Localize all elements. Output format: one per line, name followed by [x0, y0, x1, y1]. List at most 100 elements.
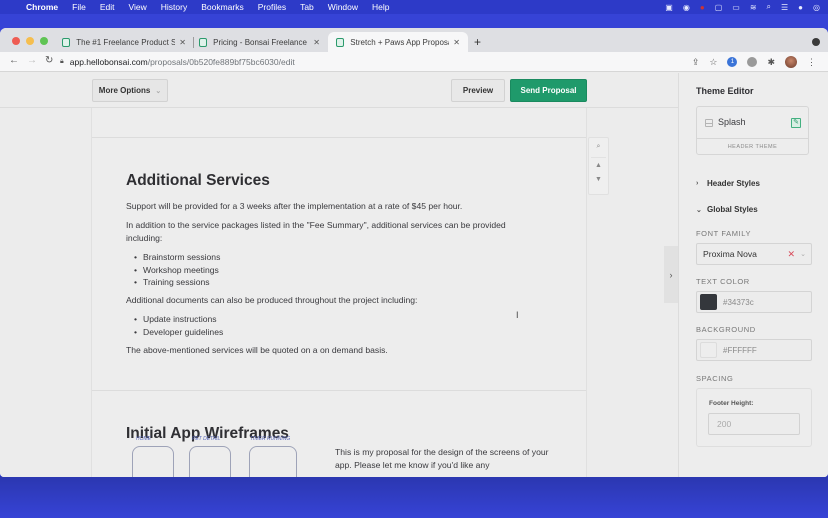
chevron-down-icon[interactable]: ⌄: [800, 250, 806, 258]
list-item[interactable]: Training sessions: [138, 276, 220, 289]
chrome-menu-icon[interactable]: ⋮: [807, 57, 816, 68]
font-family-select[interactable]: Proxima Nova ✕ ⌄: [696, 243, 812, 265]
bonsai-favicon-icon: [199, 37, 208, 47]
lock-icon[interactable]: 🔒︎: [60, 58, 64, 66]
menu-window[interactable]: Window: [328, 2, 358, 12]
background-color-input[interactable]: #FFFFFF: [696, 339, 812, 361]
layout-grid-icon: [705, 119, 713, 127]
more-options-button[interactable]: More Options ⌄: [92, 79, 168, 102]
header-styles-toggle[interactable]: › Header Styles: [696, 179, 760, 188]
chevron-down-icon: ⌄: [696, 206, 702, 214]
menubar-status-area: ▣ ◉ ● ▢ ▭ ≋ ⌕ ☰ ● ◎: [665, 0, 820, 14]
spacing-label: SPACING: [696, 374, 734, 383]
close-window-button[interactable]: [12, 37, 20, 45]
wifi-icon[interactable]: ≋: [750, 3, 757, 12]
chevron-right-icon: ›: [669, 269, 673, 280]
proposal-document: Additional Services Support will be prov…: [91, 108, 587, 477]
extension-icon[interactable]: [747, 57, 758, 67]
menu-tab[interactable]: Tab: [300, 2, 314, 12]
wireframes-image[interactable]: HOME PET DETAIL TIMER RUNNING: [126, 436, 306, 477]
wireframe-phone: [189, 446, 231, 477]
background-label: BACKGROUND: [696, 325, 756, 334]
additional-documents-paragraph[interactable]: Additional documents can also be produce…: [126, 294, 546, 307]
list-item[interactable]: Update instructions: [138, 313, 223, 326]
support-paragraph[interactable]: Support will be provided for a 3 weeks a…: [126, 200, 546, 213]
send-proposal-button[interactable]: Send Proposal: [510, 79, 587, 102]
tab-freelance-product-suite[interactable]: The #1 Freelance Product Suite ✕: [54, 32, 194, 52]
spacing-box: Footer Height: 200: [696, 388, 812, 447]
zoom-icon[interactable]: ⌕: [589, 143, 608, 151]
list-item[interactable]: Brainstorm sessions: [138, 251, 220, 264]
window-controls: [12, 37, 48, 45]
tab-search-icon[interactable]: [812, 38, 820, 46]
record-icon[interactable]: ●: [700, 3, 705, 12]
forward-arrow-icon[interactable]: →: [27, 55, 37, 66]
move-down-icon[interactable]: ▼: [589, 176, 608, 183]
additional-services-list: Brainstorm sessions Workshop meetings Tr…: [138, 251, 220, 289]
theme-editor-title: Theme Editor: [696, 86, 754, 96]
wireframes-description[interactable]: This is my proposal for the design of th…: [335, 446, 550, 472]
close-tab-icon[interactable]: ✕: [179, 38, 186, 47]
password-manager-icon[interactable]: 1: [727, 57, 738, 67]
menu-file[interactable]: File: [72, 2, 86, 12]
bonsai-favicon-icon: [62, 37, 71, 47]
tab-pricing[interactable]: Pricing - Bonsai Freelance Software ✕: [191, 32, 328, 52]
theme-name: Splash: [718, 117, 746, 127]
text-color-input[interactable]: #34373c: [696, 291, 812, 313]
browser-toolbar: ← → ↻ 🔒︎ app.hellobonsai.com /proposals/…: [0, 52, 828, 72]
toolbar-icons: ⇪ ☆ 1 ✱ ⋮: [692, 54, 816, 70]
header-theme-card[interactable]: Splash ✎ HEADER THEME: [696, 106, 809, 155]
siri-icon[interactable]: ◎: [813, 3, 820, 12]
edit-theme-icon[interactable]: ✎: [791, 118, 801, 128]
move-up-icon[interactable]: ▲: [589, 162, 608, 169]
bonsai-favicon-icon: [336, 37, 345, 47]
clear-icon[interactable]: ✕: [787, 249, 795, 260]
collapse-panel-button[interactable]: ›: [664, 246, 678, 303]
minimize-window-button[interactable]: [26, 37, 34, 45]
chevron-right-icon: ›: [696, 180, 699, 187]
new-tab-button[interactable]: +: [474, 35, 481, 49]
screen-mirror-icon[interactable]: ▢: [715, 3, 723, 12]
header-theme-label: HEADER THEME: [697, 138, 808, 155]
global-styles-toggle[interactable]: ⌄ Global Styles: [696, 205, 758, 214]
spotlight-search-icon[interactable]: ⌕: [767, 2, 771, 12]
list-item[interactable]: Workshop meetings: [138, 264, 220, 277]
bookmark-star-icon[interactable]: ☆: [709, 57, 717, 68]
menu-app-chrome[interactable]: Chrome: [26, 2, 58, 12]
video-icon[interactable]: ▣: [665, 3, 673, 12]
battery-icon[interactable]: ▭: [732, 3, 740, 12]
address-bar[interactable]: 🔒︎ app.hellobonsai.com /proposals/0b520f…: [60, 54, 620, 70]
menu-profiles[interactable]: Profiles: [258, 2, 286, 12]
preview-button[interactable]: Preview: [451, 79, 505, 102]
text-color-swatch[interactable]: [700, 294, 717, 310]
menu-bookmarks[interactable]: Bookmarks: [201, 2, 244, 12]
extensions-puzzle-icon[interactable]: ✱: [767, 57, 775, 68]
control-center-icon[interactable]: ☰: [781, 3, 788, 12]
footer-height-input[interactable]: 200: [708, 413, 800, 435]
additional-services-heading[interactable]: Additional Services: [126, 172, 270, 190]
fullscreen-window-button[interactable]: [40, 37, 48, 45]
menu-edit[interactable]: Edit: [100, 2, 115, 12]
close-tab-icon[interactable]: ✕: [453, 38, 460, 47]
section-divider: [92, 390, 586, 391]
tab-stretch-paws-proposal[interactable]: Stretch + Paws App Proposal - ✕: [328, 32, 468, 52]
menu-history[interactable]: History: [161, 2, 187, 12]
user-shield-icon[interactable]: ◉: [683, 3, 690, 12]
additional-documents-list: Update instructions Developer guidelines: [138, 313, 223, 338]
wireframe-phone: [249, 446, 297, 477]
share-icon[interactable]: ⇪: [692, 57, 700, 68]
notification-icon[interactable]: ●: [798, 3, 803, 12]
profile-avatar[interactable]: [785, 56, 797, 68]
close-tab-icon[interactable]: ✕: [313, 38, 320, 47]
menu-view[interactable]: View: [128, 2, 146, 12]
background-color-swatch[interactable]: [700, 342, 717, 358]
back-arrow-icon[interactable]: ←: [9, 55, 19, 66]
list-item[interactable]: Developer guidelines: [138, 326, 223, 339]
chevron-down-icon: ⌄: [155, 87, 162, 95]
service-packages-paragraph[interactable]: In addition to the service packages list…: [126, 219, 536, 245]
quoted-basis-paragraph[interactable]: The above-mentioned services will be quo…: [126, 344, 546, 357]
tools-separator: [591, 157, 606, 158]
menu-help[interactable]: Help: [372, 2, 389, 12]
theme-editor-panel: Theme Editor Splash ✎ HEADER THEME › Hea…: [678, 73, 828, 477]
reload-icon[interactable]: ↻: [45, 55, 53, 66]
